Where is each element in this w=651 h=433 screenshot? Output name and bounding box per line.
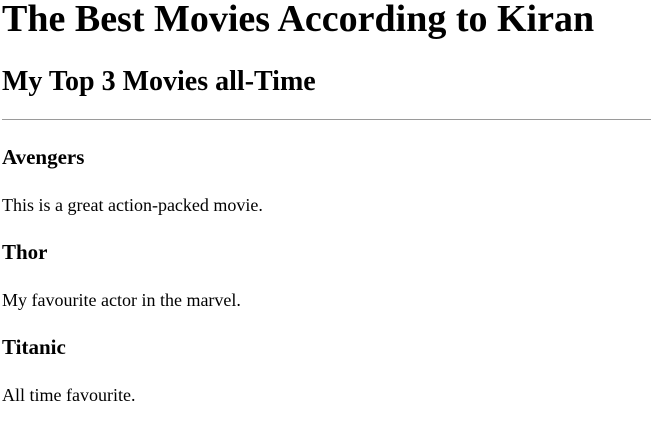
movie-description: All time favourite. bbox=[2, 385, 136, 405]
movie-title: Thor bbox=[2, 240, 48, 264]
movie-item: Avengers This is a great action-packed m… bbox=[2, 145, 651, 215]
movie-title: Avengers bbox=[2, 145, 85, 169]
divider bbox=[2, 119, 651, 120]
page-subtitle: My Top 3 Movies all-Time bbox=[2, 66, 316, 97]
movie-item: Thor My favourite actor in the marvel. bbox=[2, 240, 651, 310]
page-title: The Best Movies According to Kiran bbox=[2, 0, 595, 40]
movie-description: My favourite actor in the marvel. bbox=[2, 290, 241, 310]
movie-description: This is a great action-packed movie. bbox=[2, 195, 263, 215]
movie-title: Titanic bbox=[2, 335, 66, 359]
movie-item: Titanic All time favourite. bbox=[2, 335, 651, 405]
page: The Best Movies According to Kiran My To… bbox=[0, 0, 651, 433]
